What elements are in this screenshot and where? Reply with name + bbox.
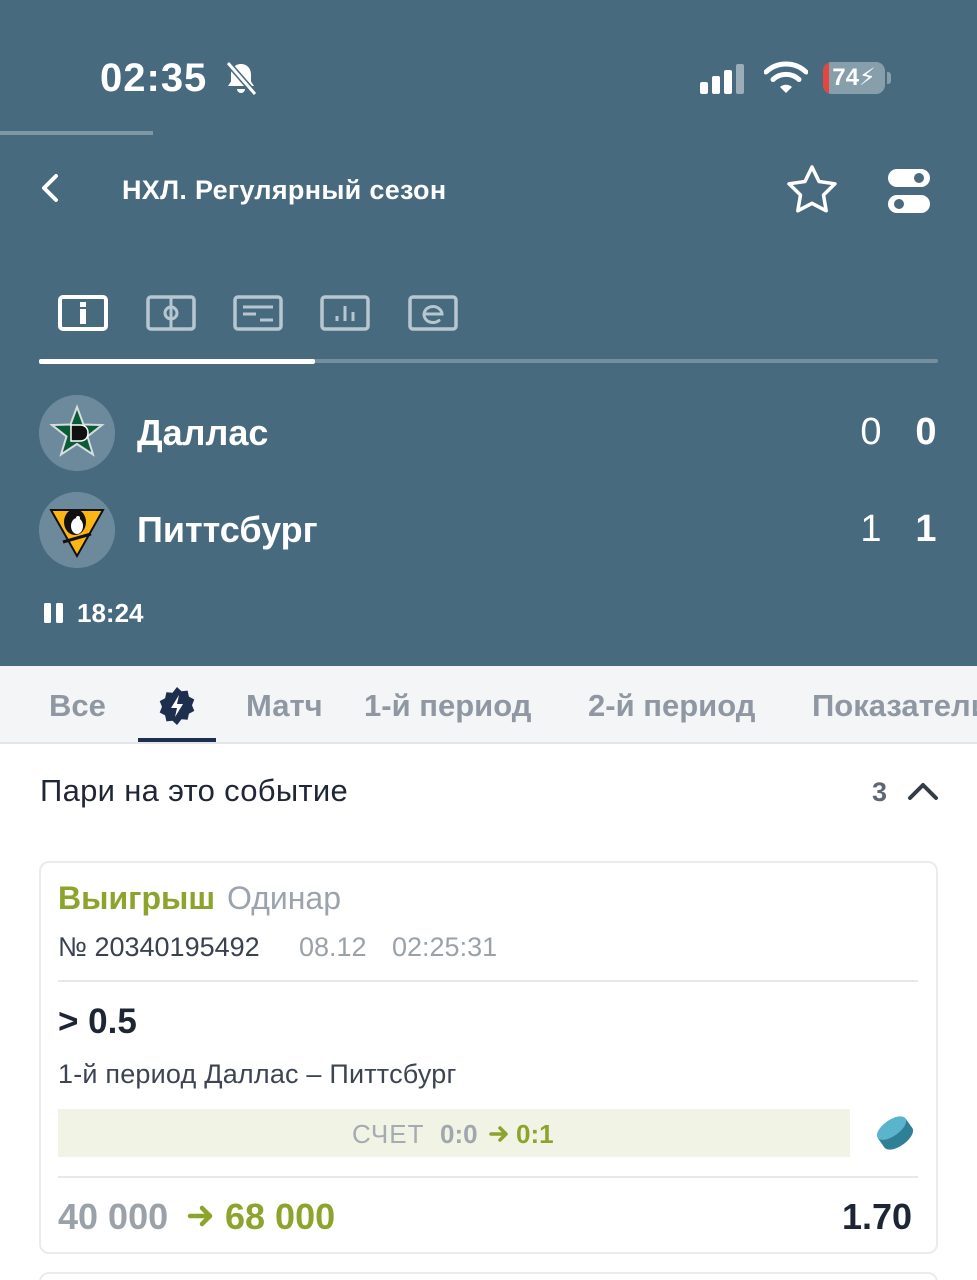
arrow-right-icon [187,1205,213,1227]
hockey-puck-icon [876,1116,914,1150]
field-icon[interactable] [145,292,197,336]
home-period-score: 0 [860,411,882,453]
bet-type: Одинар [227,880,341,916]
lineup-icon[interactable] [232,292,284,336]
bell-slash-icon [225,61,258,96]
dallas-stars-logo [39,395,115,471]
stats-icon[interactable] [319,292,371,336]
filter-tab-stats[interactable]: Показатели [812,688,977,724]
bet-card[interactable] [39,1272,938,1280]
bet-date: 08.12 [299,932,367,962]
pittsburgh-penguins-logo [39,492,115,568]
bet-time: 02:25:31 [392,932,498,962]
score-from: 0:0 [440,1119,478,1149]
away-team-name: Питтсбург [137,509,318,550]
bet-number: № 20340195492 [58,932,260,962]
toggle-icon[interactable] [886,167,932,215]
pause-icon [44,603,63,623]
filter-tab-all[interactable]: Все [49,688,106,724]
away-period-score: 1 [860,508,882,550]
filter-tab-match[interactable]: Матч [246,688,323,724]
bet-odds: 1.70 [842,1196,913,1237]
divider [58,1176,918,1178]
battery-charging-icon: 74⚡ [823,62,885,94]
score-to: 0:1 [516,1119,554,1149]
away-total-score: 1 [915,508,937,550]
home-team-name: Даллас [137,412,269,453]
home-total-score: 0 [915,411,937,453]
battery-level: 74 [832,64,859,91]
bet-outcome: > 0.5 [58,1002,137,1041]
filter-tab-period-2[interactable]: 2-й период [588,688,755,724]
bet-card[interactable] [39,861,938,1254]
bet-payout: 68 000 [225,1196,336,1237]
chevron-left-icon[interactable] [36,166,66,210]
info-icon[interactable] [57,292,109,336]
bets-count: 3 [872,777,888,807]
game-clock: 18:24 [77,598,144,628]
wifi-icon [764,61,808,93]
scroll-indicator [0,131,153,135]
view-tabs-active-indicator [39,359,315,364]
arrow-right-icon [489,1126,508,1142]
divider [58,980,918,982]
filter-tab-period-1[interactable]: 1-й период [364,688,531,724]
star-icon[interactable] [784,163,840,217]
status-time: 02:35 [100,56,208,100]
battery-tip [887,72,891,84]
section-title: Пари на это событие [40,773,349,808]
commentary-icon[interactable] [407,292,459,336]
filter-active-indicator [138,738,216,742]
lightning-badge-icon[interactable] [157,686,197,726]
bet-status: Выигрыш [58,880,215,916]
bet-event: 1-й период Даллас – Питтсбург [58,1059,457,1089]
score-label: СЧЕТ [352,1119,425,1149]
match-header: 02:35 74⚡ НХЛ. Регулярный сезон Даллас 0… [0,0,977,666]
cellular-signal-icon [700,64,744,94]
market-filter-bar: Все Матч 1-й период 2-й период Показател… [0,666,977,744]
page-title: НХЛ. Регулярный сезон [122,175,447,205]
bet-stake: 40 000 [58,1196,169,1237]
chevron-up-icon[interactable] [906,778,940,804]
